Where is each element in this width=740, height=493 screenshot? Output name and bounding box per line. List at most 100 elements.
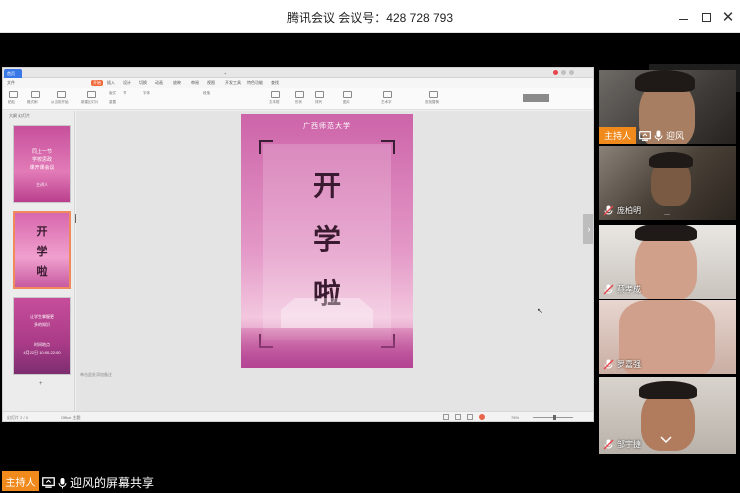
user-icon	[561, 70, 566, 75]
ribbon-label[interactable]: 节	[123, 91, 127, 96]
tab-bar-controls	[553, 70, 583, 76]
thumb-text: 学	[36, 246, 48, 258]
menu-search[interactable]: 查找	[271, 80, 279, 86]
mic-muted-icon	[603, 284, 614, 295]
menu-design[interactable]: 设计	[123, 80, 131, 86]
mic-muted-icon	[603, 359, 614, 370]
participant-video	[635, 70, 695, 92]
textbox-icon[interactable]	[271, 91, 280, 98]
ribbon-label: 艺术字	[381, 100, 392, 104]
zoom-slider[interactable]	[533, 415, 573, 420]
menu-slideshow[interactable]: 放映	[173, 80, 181, 86]
current-slide[interactable]: 广西师范大学 开 学 啦	[241, 114, 413, 368]
ribbon-label: 文本框	[269, 100, 280, 104]
window-icon	[569, 70, 574, 75]
slide-thumbnail-pane: 大纲 幻灯片 1 同上一节 学校思政 课开课会议 主讲人 2 开 学 啦 3 让…	[3, 111, 75, 411]
frame-corner	[259, 140, 273, 154]
ribbon-label[interactable]: 重置	[109, 100, 116, 105]
menu-animation[interactable]: 动画	[155, 80, 163, 86]
chevron-down-icon	[660, 436, 672, 444]
shared-screen[interactable]: 首页 稻壳商城 新建演示 (1) - 运动会宣传 开学啦演示 (1) - 开学主…	[2, 67, 594, 422]
shape-icon[interactable]	[295, 91, 304, 98]
thumb-text: 啦	[36, 266, 48, 278]
thumb-text: 时间地点	[34, 342, 50, 347]
new-slide-icon[interactable]	[87, 91, 96, 98]
wps-ribbon: 粘贴 格式刷 从当前开始 新建幻灯片 版式 重置 节 字体 段落 文本框 形状 …	[3, 88, 593, 110]
ribbon-gray-box	[523, 94, 549, 102]
chevron-right-icon: ›	[587, 224, 591, 234]
play-icon[interactable]	[479, 414, 485, 420]
notes-placeholder[interactable]: 单击此处添加备注	[80, 372, 112, 378]
slide-thumbnail-1[interactable]: 1 同上一节 学校思政 课开课会议 主讲人	[13, 125, 71, 203]
thumb-text: 主讲人	[36, 182, 48, 187]
view-controls	[443, 414, 485, 420]
slide-thumbnail-3[interactable]: 3 让学生掌握更 多的知识 时间地点 4月22日 10:00-22:00	[13, 297, 71, 375]
new-tab-button[interactable]: +	[221, 69, 229, 78]
participant-name: 邹宇捷	[617, 440, 641, 449]
menu-developer[interactable]: 开发工具	[225, 80, 241, 86]
participant-tile-2[interactable]: 庞柏明 ...	[599, 146, 736, 220]
maximize-button[interactable]	[696, 7, 716, 27]
share-label: 迎风的屏幕共享	[70, 476, 155, 490]
arrange-icon[interactable]	[315, 91, 324, 98]
reading-view-icon[interactable]	[467, 414, 473, 420]
menu-insert[interactable]: 插入	[107, 80, 115, 86]
mic-icon	[654, 130, 663, 141]
menu-features[interactable]: 特色功能	[247, 80, 263, 86]
zoom-level: 78%	[511, 415, 520, 420]
ribbon-label: 从当前开始	[51, 100, 69, 104]
slide-logo: 广西师范大学	[303, 123, 351, 130]
ribbon-label[interactable]: 段落	[203, 91, 210, 96]
paste-icon[interactable]	[9, 91, 18, 98]
ribbon-label: 新建幻灯片	[81, 100, 99, 104]
mic-icon	[58, 477, 67, 488]
play-from-current-icon[interactable]	[57, 91, 66, 98]
ribbon-label[interactable]: 版式	[109, 91, 116, 96]
screen-share-icon	[42, 477, 55, 488]
participant-video	[639, 381, 697, 399]
tab-home[interactable]: 首页	[4, 69, 22, 78]
thumb-text: 课开课会议	[29, 165, 55, 171]
menu-view[interactable]: 视图	[207, 80, 215, 86]
mic-muted-icon	[603, 205, 614, 216]
theme-name: Office 主题	[61, 415, 81, 420]
slide-canvas[interactable]: 广西师范大学 开 学 啦 › ↖ 单击此处添加备注	[76, 111, 593, 411]
normal-view-icon[interactable]	[443, 414, 449, 420]
record-icon	[553, 70, 558, 75]
minimize-icon	[678, 18, 688, 21]
menu-home[interactable]: 开始	[91, 80, 103, 86]
participant-tile-3[interactable]: 蔡孝成	[599, 225, 736, 299]
title-bar: 腾讯会议 会议号：428 728 793 ✕	[0, 0, 740, 33]
host-badge: 主持人	[599, 127, 636, 144]
ribbon-label[interactable]: 字体	[143, 91, 150, 96]
menu-transition[interactable]: 切换	[139, 80, 147, 86]
menu-review[interactable]: 审阅	[191, 80, 199, 86]
add-slide-button[interactable]: +	[39, 381, 43, 387]
close-button[interactable]: ✕	[718, 7, 738, 27]
minimize-button[interactable]	[673, 7, 693, 27]
chevron-down-icon[interactable]	[660, 436, 672, 444]
participant-video	[635, 231, 697, 299]
ribbon-label: 查找替换	[425, 100, 439, 104]
participant-tile-4[interactable]: 罗嘉强	[599, 300, 736, 374]
ribbon-label: 格式刷	[27, 100, 38, 104]
format-painter-icon[interactable]	[31, 91, 40, 98]
maximize-icon	[701, 12, 711, 22]
picture-icon[interactable]	[343, 91, 352, 98]
slide-thumbnail-2[interactable]: 2 开 学 啦	[13, 211, 71, 289]
slide-counter: 幻灯片 2 / 3	[7, 415, 28, 420]
slide-building-illustration	[281, 298, 373, 328]
wordart-icon[interactable]	[383, 91, 392, 98]
participant-name: 迎风	[666, 131, 685, 141]
more-options-icon[interactable]: ...	[664, 210, 670, 217]
find-replace-icon[interactable]	[429, 91, 438, 98]
mic-muted-icon	[603, 439, 614, 450]
ribbon-label: 图片	[343, 100, 350, 104]
sorter-view-icon[interactable]	[455, 414, 461, 420]
menu-file[interactable]: 文件	[7, 80, 15, 86]
thumbnail-pane-header[interactable]: 大纲 幻灯片	[9, 113, 30, 119]
slide-title-char: 开	[312, 169, 341, 202]
next-slide-button[interactable]: ›	[583, 214, 593, 244]
participant-meta: 迎风	[639, 129, 684, 142]
share-host-badge: 主持人	[2, 471, 39, 491]
